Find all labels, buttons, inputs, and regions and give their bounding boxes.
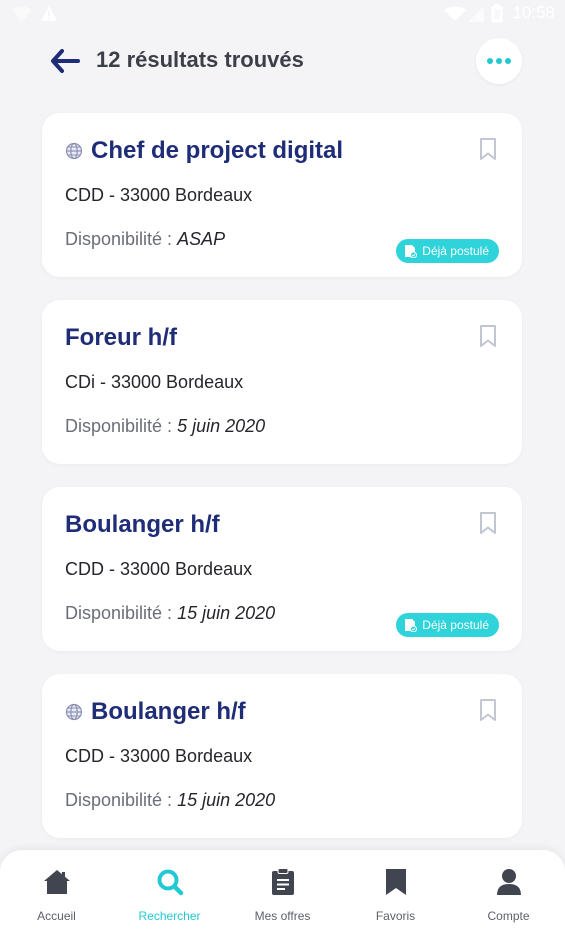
availability-label: Disponibilité : (65, 603, 178, 623)
nav-label: Mes offres (254, 909, 311, 923)
already-applied-badge: Déjà postulé (396, 613, 499, 637)
availability-label: Disponibilité : (65, 790, 178, 810)
job-title-row: Boulanger h/f (65, 510, 220, 540)
job-availability: Disponibilité : ASAP (65, 229, 225, 250)
job-contract-location: CDi - 33000 Bordeaux (65, 372, 244, 392)
job-title-row: Chef de project digital (65, 136, 343, 166)
job-card[interactable]: Boulanger h/f CDD - 33000 Bordeaux Dispo… (42, 487, 522, 651)
badge-label: Déjà postulé (422, 244, 489, 258)
signal-wifi-icon (444, 6, 466, 21)
job-card[interactable]: Chef de project digital CDD - 33000 Bord… (42, 113, 522, 277)
search-icon (156, 868, 184, 896)
nav-label: Rechercher (138, 909, 201, 923)
availability-label: Disponibilité : (65, 229, 178, 249)
user-icon (495, 868, 523, 896)
bookmark-icon[interactable] (478, 698, 498, 722)
bookmark-icon[interactable] (478, 137, 498, 161)
wifi-icon (12, 6, 32, 21)
nav-item-mes-offres[interactable]: Mes offres (226, 850, 339, 946)
globe-icon (65, 703, 83, 721)
job-availability: Disponibilité : 5 juin 2020 (65, 416, 265, 437)
badge-label: Déjà postulé (422, 618, 489, 632)
job-title: Chef de project digital (91, 137, 344, 164)
warning-icon (41, 6, 57, 21)
page-title: 12 résultats trouvés (96, 47, 304, 72)
dot (496, 58, 502, 64)
bookmark-icon (382, 868, 410, 896)
job-title-row: Boulanger h/f (65, 697, 246, 727)
job-title-row: Foreur h/f (65, 323, 177, 353)
job-availability: Disponibilité : 15 juin 2020 (65, 790, 275, 811)
nav-item-rechercher[interactable]: Rechercher (113, 850, 226, 946)
job-contract-location: CDD - 33000 Bordeaux (65, 185, 253, 205)
globe-icon (65, 142, 83, 160)
dot (505, 58, 511, 64)
battery-icon (491, 4, 503, 23)
nav-label: Compte (487, 909, 530, 923)
document-check-icon (404, 244, 418, 258)
availability-label: Disponibilité : (65, 416, 178, 436)
availability-value: 5 juin 2020 (177, 416, 266, 436)
home-icon (43, 868, 71, 896)
status-bar: 10:58 (0, 0, 565, 28)
status-time: 10:58 (512, 3, 555, 22)
already-applied-badge: Déjà postulé (396, 239, 499, 263)
nav-item-favoris[interactable]: Favoris (339, 850, 452, 946)
bottom-navigation: Accueil Rechercher Mes offres Favoris Co… (0, 850, 565, 946)
cell-signal-icon (468, 6, 484, 22)
bookmark-icon[interactable] (478, 511, 498, 535)
header: 12 résultats trouvés (0, 38, 565, 84)
job-title: Boulanger h/f (65, 511, 220, 538)
nav-item-compte[interactable]: Compte (452, 850, 565, 946)
job-contract-location: CDD - 33000 Bordeaux (65, 559, 253, 579)
job-card[interactable]: Boulanger h/f CDD - 33000 Bordeaux Dispo… (42, 674, 522, 838)
job-card[interactable]: Foreur h/f CDi - 33000 Bordeaux Disponib… (42, 300, 522, 464)
clipboard-icon (269, 868, 297, 896)
nav-label: Accueil (37, 909, 76, 923)
job-title: Foreur h/f (65, 324, 177, 351)
availability-value: ASAP (177, 229, 226, 249)
availability-value: 15 juin 2020 (177, 790, 276, 810)
bookmark-icon[interactable] (478, 324, 498, 348)
job-contract-location: CDD - 33000 Bordeaux (65, 746, 253, 766)
document-check-icon (404, 618, 418, 632)
nav-item-accueil[interactable]: Accueil (0, 850, 113, 946)
job-title: Boulanger h/f (91, 698, 246, 725)
arrow-left-icon (51, 49, 80, 73)
dot (487, 58, 493, 64)
nav-label: Favoris (375, 909, 416, 923)
more-options-button[interactable] (476, 38, 522, 84)
job-availability: Disponibilité : 15 juin 2020 (65, 603, 275, 624)
back-button[interactable] (46, 44, 84, 78)
availability-value: 15 juin 2020 (177, 603, 276, 623)
